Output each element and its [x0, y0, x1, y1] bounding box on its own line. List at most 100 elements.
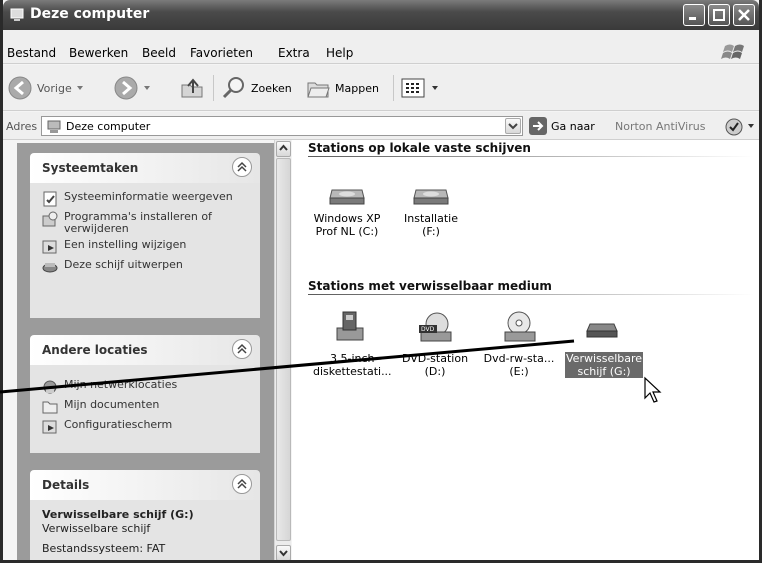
drive-e[interactable]: Dvd-rw-sta... (E:) — [482, 310, 556, 378]
maximize-icon — [713, 9, 725, 21]
forward-button[interactable] — [113, 73, 151, 103]
collapse-button[interactable] — [232, 157, 252, 177]
chevron-down-icon — [508, 123, 518, 130]
address-input[interactable]: Deze computer — [41, 116, 523, 136]
menu-view[interactable]: Beeld — [142, 46, 176, 60]
menu-favorites[interactable]: Favorieten — [190, 46, 253, 60]
close-icon — [738, 9, 750, 21]
svg-text:DVD: DVD — [421, 326, 435, 333]
add-remove-programs-icon — [42, 211, 58, 227]
removable-disk-icon — [586, 323, 618, 338]
scroll-thumb[interactable] — [276, 158, 291, 541]
details-header[interactable]: Details — [30, 470, 260, 500]
folders-icon — [307, 82, 330, 98]
content-pane: Stations op lokale vaste schijven Window… — [292, 140, 759, 560]
details-filesystem: Bestandssysteem: FAT — [42, 542, 166, 555]
hard-disk-icon — [413, 189, 449, 205]
folders-button[interactable]: Mappen — [305, 73, 379, 103]
task-label: Systeeminformatie weergeven — [64, 190, 233, 203]
place-documents[interactable]: Mijn documenten — [42, 399, 252, 415]
toolbar-separator — [213, 75, 214, 101]
drive-label: Dvd-rw-sta... (E:) — [483, 352, 555, 378]
task-add-remove-programs[interactable]: Programma's installeren of verwijderen — [42, 211, 252, 235]
drive-c[interactable]: Windows XP Prof NL (C:) — [310, 184, 384, 238]
back-button[interactable]: Vorige — [7, 73, 84, 103]
system-tasks-title: Systeemtaken — [42, 161, 139, 175]
other-places-title: Andere locaties — [42, 343, 148, 357]
address-value: Deze computer — [66, 120, 151, 133]
details-panel: Details Verwisselbare schijf (G:) Verwis… — [30, 470, 260, 560]
maximize-button[interactable] — [708, 4, 730, 26]
toolbar: Vorige Zoeken Mappen — [3, 65, 759, 111]
control-panel-icon — [42, 420, 57, 434]
toolbar-separator — [393, 75, 394, 101]
place-label: Mijn netwerklocaties — [64, 378, 178, 391]
norton-antivirus-label[interactable]: Norton AntiVirus — [615, 120, 705, 133]
chevron-up-icon — [279, 144, 288, 151]
computer-icon — [47, 120, 61, 133]
search-label: Zoeken — [251, 81, 292, 95]
chevron-down-icon — [144, 86, 150, 90]
dvd-drive-icon: DVD — [419, 312, 452, 342]
address-bar: Adres Deze computer Ga naar Norton AntiV… — [3, 112, 759, 140]
group-divider — [308, 294, 754, 295]
explorer-window: Deze computer Bestand Bewerken Beeld Fav… — [0, 0, 762, 563]
place-network[interactable]: Mijn netwerklocaties — [42, 379, 252, 395]
menu-help[interactable]: Help — [326, 46, 353, 60]
norton-icon[interactable] — [725, 118, 743, 136]
place-control-panel[interactable]: Configuratiescherm — [42, 419, 252, 435]
network-places-icon — [43, 380, 57, 394]
title-bar[interactable]: Deze computer — [3, 0, 759, 30]
scroll-up-button[interactable] — [276, 141, 291, 157]
up-folder-button[interactable] — [179, 73, 205, 103]
chevron-up-icon — [237, 343, 247, 354]
scroll-down-button[interactable] — [276, 545, 291, 560]
drive-f[interactable]: Installatie (F:) — [394, 184, 468, 238]
close-button[interactable] — [733, 4, 755, 26]
collapse-button[interactable] — [232, 339, 252, 359]
menu-bar: Bestand Bewerken Beeld Favorieten Extra … — [3, 30, 759, 64]
chevron-down-icon — [279, 550, 288, 557]
system-tasks-header[interactable]: Systeemtaken — [30, 153, 260, 183]
menu-tools[interactable]: Extra — [278, 46, 310, 60]
menu-file[interactable]: Bestand — [7, 46, 56, 60]
go-arrow-icon — [529, 117, 547, 135]
task-label: Een instelling wijzigen — [64, 238, 187, 251]
other-places-panel: Andere locaties Mijn netwerklocaties Mij… — [30, 335, 260, 453]
system-info-icon — [43, 191, 57, 207]
documents-icon — [42, 401, 58, 414]
address-dropdown-button[interactable] — [505, 118, 521, 134]
windows-logo-icon — [721, 44, 744, 59]
drive-label: Windows XP Prof NL (C:) — [313, 212, 381, 238]
group-divider — [308, 156, 754, 157]
other-places-header[interactable]: Andere locaties — [30, 335, 260, 365]
drive-a[interactable]: 3,5-inch diskettestati... — [312, 310, 392, 378]
search-button[interactable]: Zoeken — [221, 73, 292, 103]
views-button[interactable] — [401, 73, 439, 103]
drive-label: Installatie (F:) — [404, 212, 458, 238]
task-pane-scrollbar[interactable] — [274, 140, 291, 560]
task-system-info[interactable]: Systeeminformatie weergeven — [42, 191, 252, 207]
go-label: Ga naar — [551, 119, 595, 133]
details-name: Verwisselbare schijf (G:) — [42, 508, 194, 521]
views-icon — [401, 78, 425, 98]
eject-icon — [42, 263, 58, 273]
forward-arrow-icon — [114, 76, 138, 100]
go-button[interactable]: Ga naar — [529, 117, 595, 135]
system-tasks-panel: Systeemtaken Systeeminformatie weergeven… — [30, 153, 260, 318]
chevron-down-icon — [76, 86, 83, 90]
folders-label: Mappen — [335, 81, 379, 95]
drive-d[interactable]: DVD DVD-station (D:) — [398, 310, 472, 378]
chevron-down-icon — [432, 86, 438, 90]
collapse-button[interactable] — [232, 474, 252, 494]
minimize-button[interactable] — [683, 4, 705, 26]
menu-edit[interactable]: Bewerken — [69, 46, 128, 60]
task-eject-disk[interactable]: Deze schijf uitwerpen — [42, 259, 252, 275]
drive-label: DVD-station (D:) — [401, 352, 469, 378]
drive-g[interactable]: Verwisselbare schijf (G:) — [565, 310, 644, 378]
hard-disk-icon — [329, 189, 365, 205]
chevron-down-icon[interactable] — [747, 122, 755, 130]
chevron-up-icon — [237, 478, 247, 489]
minimize-icon — [689, 17, 696, 20]
task-change-setting[interactable]: Een instelling wijzigen — [42, 239, 252, 255]
